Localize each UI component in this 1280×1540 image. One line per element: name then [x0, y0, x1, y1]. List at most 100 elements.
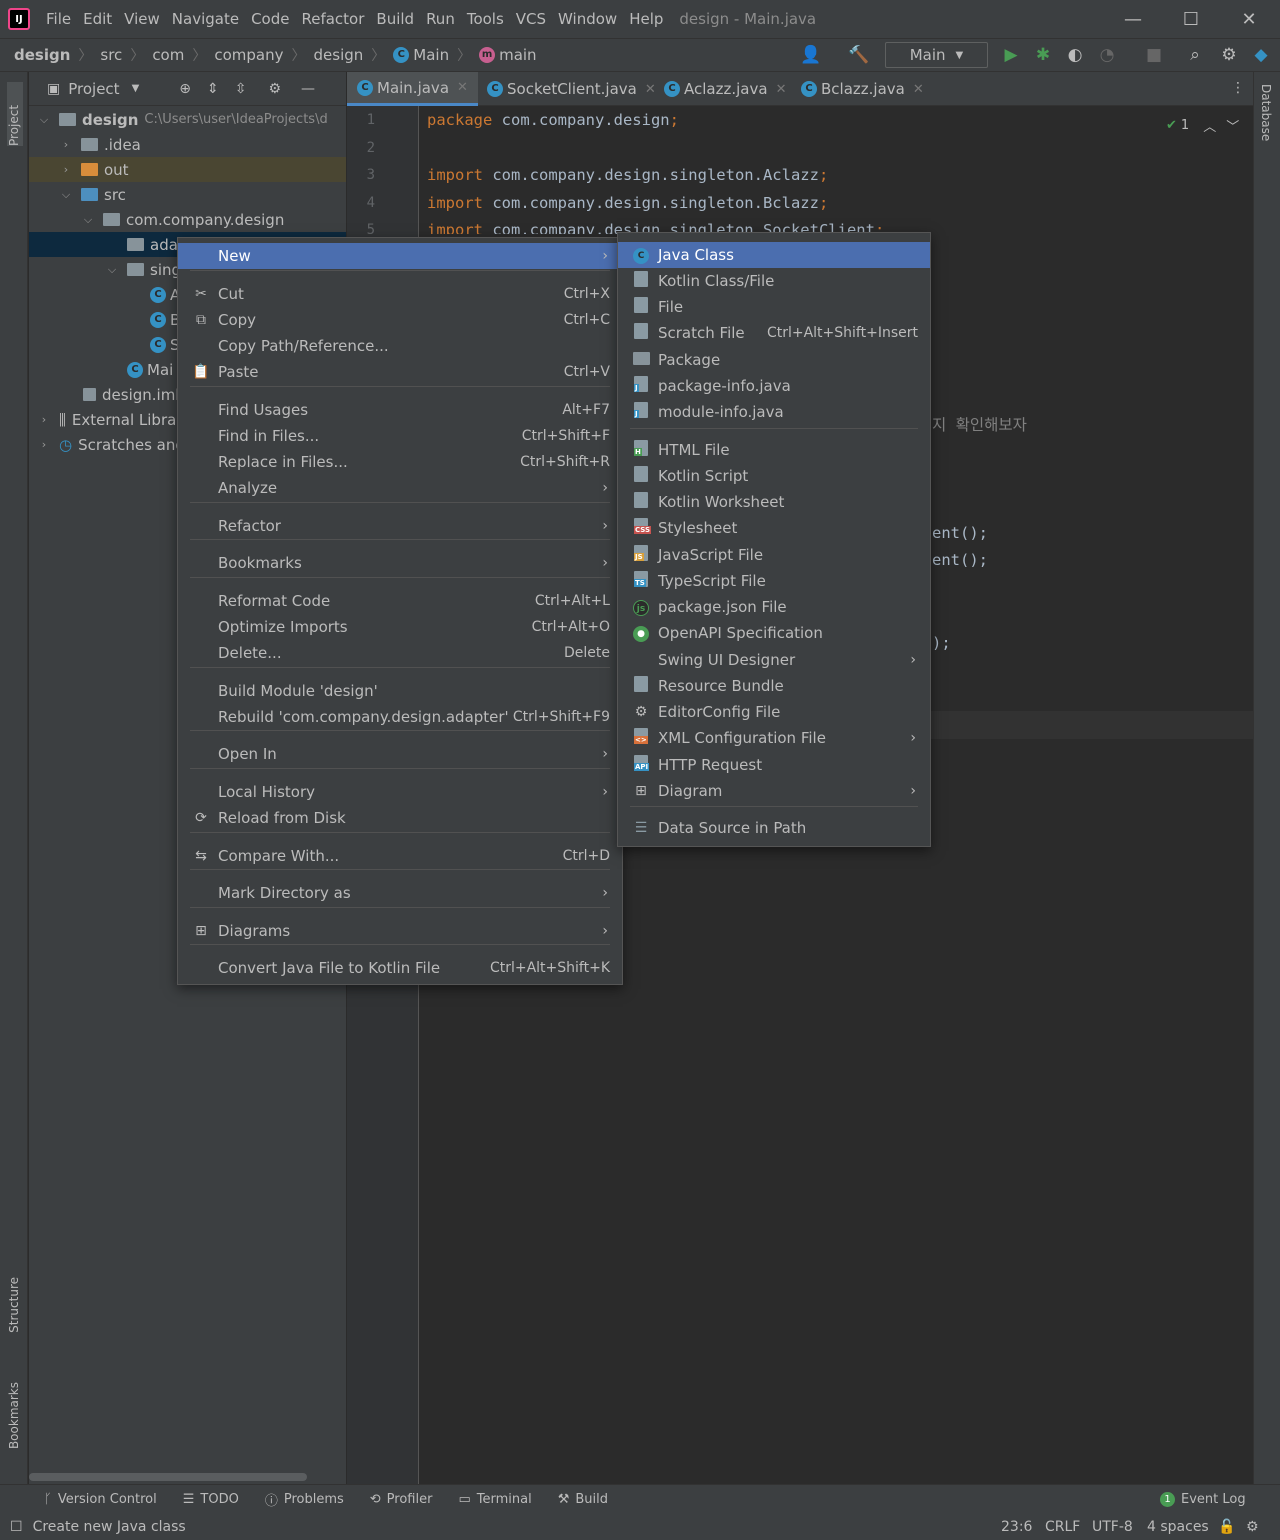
gear-icon[interactable]: ⚙: [268, 81, 281, 97]
context-menu-item-compare-with[interactable]: ⇆ Compare With... Ctrl+D: [178, 843, 622, 869]
new-submenu-item-module-info[interactable]: Jmodule-info.java: [618, 399, 930, 425]
menu-tools[interactable]: Tools: [461, 0, 510, 38]
debug-icon[interactable]: ✱: [1032, 44, 1054, 66]
new-submenu-item-data-source[interactable]: ☰ Data Source in Path: [618, 815, 930, 841]
tree-item-package[interactable]: ⌵ com.company.design: [29, 207, 346, 232]
tab-bclazz-java[interactable]: C Bclazz.java ✕: [791, 72, 934, 106]
menu-code[interactable]: Code: [245, 0, 295, 38]
new-submenu-item-kotlin-worksheet[interactable]: Kotlin Worksheet: [618, 489, 930, 515]
new-submenu-item-package-json[interactable]: js package.json File: [618, 594, 930, 620]
line-separator[interactable]: CRLF: [1045, 1519, 1080, 1535]
tab-main-java[interactable]: C Main.java ✕: [347, 72, 478, 106]
build-tool-button[interactable]: ⚒ Build: [558, 1492, 608, 1507]
ide-status-icon[interactable]: ⚙: [1246, 1519, 1259, 1535]
menu-file[interactable]: File: [40, 0, 77, 38]
menu-edit[interactable]: Edit: [77, 0, 118, 38]
expand-all-icon[interactable]: ⇕: [207, 81, 219, 97]
close-icon[interactable]: ✕: [913, 82, 924, 97]
tree-item-src[interactable]: ⌵ src: [29, 182, 346, 207]
new-submenu-item-swing-ui-designer[interactable]: Swing UI Designer ›: [618, 647, 930, 673]
context-menu-item-analyze[interactable]: Analyze ›: [178, 475, 622, 501]
todo-tool-button[interactable]: ☰ TODO: [183, 1492, 239, 1507]
code-with-me-icon[interactable]: ◆: [1250, 44, 1272, 66]
stop-icon[interactable]: ■: [1143, 44, 1165, 66]
new-submenu-item-openapi-spec[interactable]: ● OpenAPI Specification: [618, 620, 930, 646]
menu-help[interactable]: Help: [623, 0, 669, 38]
file-encoding[interactable]: UTF-8: [1092, 1519, 1133, 1535]
breadcrumb-item[interactable]: com 〉: [152, 45, 214, 65]
new-submenu-item-file[interactable]: File: [618, 294, 930, 320]
new-submenu-item-typescript-file[interactable]: TS TypeScript File: [618, 568, 930, 594]
problems-tool-button[interactable]: ⓘ Problems: [265, 1490, 344, 1509]
new-submenu-item-diagram[interactable]: ⊞ Diagram ›: [618, 778, 930, 804]
breadcrumb-item[interactable]: design 〉: [314, 45, 394, 65]
tab-aclazz-java[interactable]: C Aclazz.java ✕: [654, 72, 796, 106]
context-menu-item-copy[interactable]: ⧉ Copy Ctrl+C: [178, 307, 622, 333]
context-menu-item-reload-from-disk[interactable]: ⟳ Reload from Disk: [178, 805, 622, 831]
tab-socketclient-java[interactable]: C SocketClient.java ✕: [477, 72, 666, 106]
chevron-down-icon[interactable]: ﹀: [1226, 116, 1239, 135]
new-submenu-item-stylesheet[interactable]: CSS Stylesheet: [618, 515, 930, 541]
new-submenu-item-xml-config[interactable]: <> XML Configuration File ›: [618, 725, 930, 751]
new-submenu-item-javascript-file[interactable]: JS JavaScript File: [618, 542, 930, 568]
chevron-down-icon[interactable]: ▼: [132, 83, 140, 94]
breadcrumb-item[interactable]: src 〉: [100, 45, 152, 65]
menu-build[interactable]: Build: [370, 0, 420, 38]
close-icon[interactable]: ✕: [457, 80, 468, 95]
chevron-up-icon[interactable]: ︿: [1203, 116, 1216, 135]
project-panel-title[interactable]: Project: [68, 80, 119, 98]
terminal-tool-button[interactable]: ▭ Terminal: [458, 1492, 531, 1507]
menu-run[interactable]: Run: [420, 0, 461, 38]
context-menu-item-mark-directory-as[interactable]: Mark Directory as ›: [178, 880, 622, 906]
breadcrumb-item[interactable]: C Main 〉: [393, 45, 479, 65]
context-menu-item-diagrams[interactable]: ⊞ Diagrams ›: [178, 918, 622, 944]
context-menu-item-optimize-imports[interactable]: Optimize Imports Ctrl+Alt+O: [178, 614, 622, 640]
breadcrumb-item[interactable]: design 〉: [14, 45, 100, 65]
gear-icon[interactable]: ⚙: [1218, 44, 1240, 66]
build-hammer-icon[interactable]: 🔨: [848, 44, 870, 66]
close-window-button[interactable]: ✕: [1220, 0, 1278, 38]
context-menu-item-new[interactable]: New ›: [178, 243, 622, 269]
profile-icon[interactable]: ◔: [1096, 44, 1118, 66]
new-submenu-item-package[interactable]: Package: [618, 347, 930, 373]
breadcrumb-item[interactable]: company 〉: [214, 45, 313, 65]
run-configuration-selector[interactable]: Main ▼: [885, 42, 988, 68]
context-menu-item-delete[interactable]: Delete... Delete: [178, 640, 622, 666]
menu-refactor[interactable]: Refactor: [295, 0, 370, 38]
menu-navigate[interactable]: Navigate: [166, 0, 245, 38]
inspection-widget[interactable]: ✔ 1 ︿ ﹀: [1166, 116, 1239, 135]
menu-view[interactable]: View: [118, 0, 166, 38]
maximize-button[interactable]: ☐: [1162, 0, 1220, 38]
breadcrumb-item[interactable]: m main: [479, 46, 537, 64]
structure-tool-tab[interactable]: Structure: [7, 1277, 21, 1333]
context-menu-item-replace-in-files[interactable]: Replace in Files... Ctrl+Shift+R: [178, 449, 622, 475]
panel-toggle-icon[interactable]: ☐: [10, 1519, 23, 1535]
tree-root[interactable]: ⌵ design C:\Users\user\IdeaProjects\d: [29, 107, 346, 132]
indent-setting[interactable]: 4 spaces: [1147, 1519, 1209, 1535]
new-submenu-item-scratch-file[interactable]: Scratch File Ctrl+Alt+Shift+Insert: [618, 320, 930, 346]
context-menu-item-paste[interactable]: 📋 Paste Ctrl+V: [178, 359, 622, 385]
context-menu-item-rebuild[interactable]: Rebuild 'com.company.design.adapter' Ctrl…: [178, 704, 622, 730]
caret-position[interactable]: 23:6: [1001, 1519, 1032, 1535]
new-submenu-item-java-class[interactable]: C Java Class: [618, 242, 930, 268]
more-tabs-icon[interactable]: ⋮: [1231, 80, 1245, 96]
context-menu-item-bookmarks[interactable]: Bookmarks ›: [178, 550, 622, 576]
search-icon[interactable]: ⌕: [1184, 44, 1206, 66]
new-submenu-item-kotlin-script[interactable]: Kotlin Script: [618, 463, 930, 489]
bookmarks-tool-tab[interactable]: Bookmarks: [7, 1382, 21, 1449]
horizontal-scrollbar[interactable]: [29, 1473, 307, 1481]
new-submenu-item-http-request[interactable]: API HTTP Request: [618, 752, 930, 778]
context-menu-item-convert-to-kotlin[interactable]: Convert Java File to Kotlin File Ctrl+Alt…: [178, 955, 622, 981]
lock-icon[interactable]: 🔓: [1218, 1519, 1235, 1535]
new-submenu-item-html-file[interactable]: H HTML File: [618, 437, 930, 463]
context-menu-item-build-module[interactable]: Build Module 'design': [178, 678, 622, 704]
version-control-tool-button[interactable]: ᚴ Version Control: [44, 1492, 157, 1507]
run-icon[interactable]: ▶: [1000, 44, 1022, 66]
menu-window[interactable]: Window: [552, 0, 623, 38]
locate-icon[interactable]: ⊕: [179, 81, 191, 97]
minimize-button[interactable]: —: [1104, 0, 1162, 38]
context-menu-item-cut[interactable]: ✂ Cut Ctrl+X: [178, 281, 622, 307]
context-menu-item-reformat-code[interactable]: Reformat Code Ctrl+Alt+L: [178, 588, 622, 614]
context-menu-item-find-in-files[interactable]: Find in Files... Ctrl+Shift+F: [178, 423, 622, 449]
user-icon[interactable]: 👤: [800, 44, 822, 66]
